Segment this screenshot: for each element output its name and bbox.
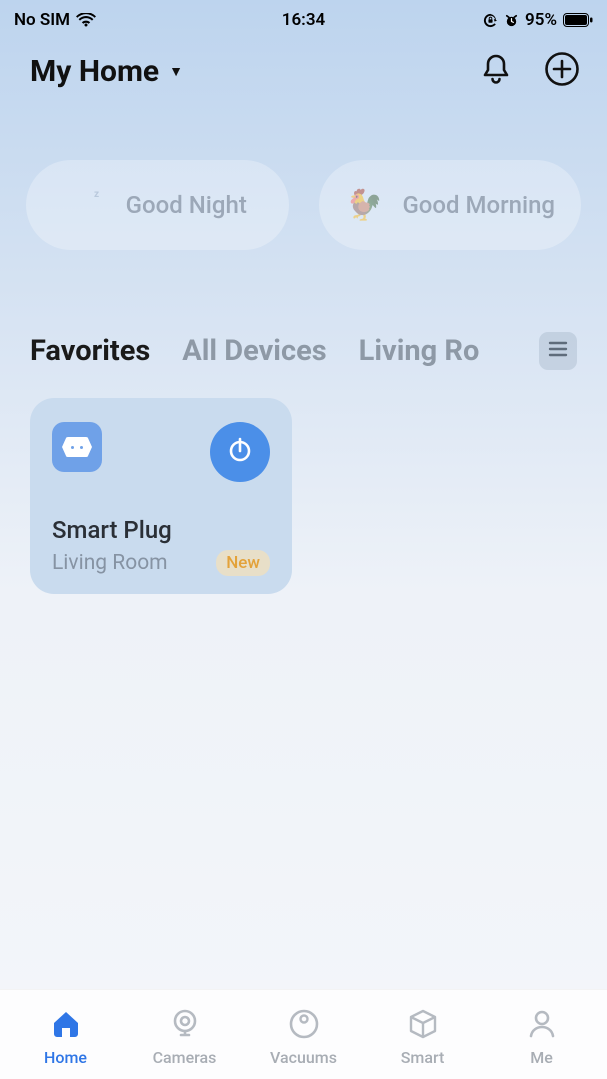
device-room-row: Living Room New [52,550,270,576]
notifications-button[interactable] [477,52,515,90]
scene-row: z Good Night 🐓 Good Morning [0,90,607,250]
nav-cameras[interactable]: Cameras [125,1004,244,1067]
cube-icon [405,1004,441,1044]
status-time: 16:34 [282,10,325,30]
nav-label: Vacuums [270,1048,337,1067]
header-actions [477,52,581,90]
nav-me[interactable]: Me [482,1004,601,1067]
menu-icon [548,341,568,361]
device-card-top [52,422,270,482]
plus-circle-icon [544,51,580,91]
device-card-smart-plug[interactable]: Smart Plug Living Room New [30,398,292,594]
home-selector[interactable]: My Home ▼ [30,54,183,89]
scene-good-night[interactable]: z Good Night [26,160,289,250]
plug-icon [52,422,102,472]
profile-icon [524,1004,560,1044]
moon-icon: z [68,185,108,225]
status-right: 95% [483,10,593,30]
nav-label: Home [44,1048,87,1067]
nav-smart[interactable]: Smart [363,1004,482,1067]
status-bar: No SIM 16:34 95% [0,0,607,34]
device-grid: Smart Plug Living Room New [0,370,607,594]
svg-text:z: z [94,189,99,200]
bell-icon [480,52,512,90]
device-room: Living Room [52,551,168,575]
device-name: Smart Plug [52,516,270,544]
tab-living-room[interactable]: Living Ro [359,334,480,368]
scene-good-morning[interactable]: 🐓 Good Morning [319,160,582,250]
add-button[interactable] [543,52,581,90]
tab-favorites[interactable]: Favorites [30,334,150,368]
nav-label: Me [530,1048,553,1067]
tabs-menu-button[interactable] [539,332,577,370]
scene-label: Good Night [126,191,247,219]
nav-label: Smart [401,1048,445,1067]
tab-all-devices[interactable]: All Devices [182,334,326,368]
orientation-lock-icon [483,13,498,28]
nav-home[interactable]: Home [6,1004,125,1067]
device-tabs: Favorites All Devices Living Ro [0,250,607,370]
device-card-bottom: Smart Plug Living Room New [52,516,270,576]
bottom-nav: Home Cameras Vacuums Smart Me [0,989,607,1079]
header: My Home ▼ [0,34,607,90]
vacuum-icon [286,1004,322,1044]
status-left: No SIM [14,10,96,30]
camera-icon [167,1004,203,1044]
power-icon [225,435,255,469]
chevron-down-icon: ▼ [169,63,183,80]
battery-icon [563,13,593,27]
scene-label: Good Morning [402,191,555,219]
carrier-text: No SIM [14,10,70,30]
power-toggle-button[interactable] [210,422,270,482]
nav-vacuums[interactable]: Vacuums [244,1004,363,1067]
home-title: My Home [30,54,159,89]
alarm-icon [504,13,519,28]
wifi-icon [76,13,96,28]
battery-text: 95% [525,10,557,30]
home-icon [48,1004,84,1044]
nav-label: Cameras [153,1048,217,1067]
new-badge: New [216,550,270,576]
bird-icon: 🐓 [344,185,384,225]
